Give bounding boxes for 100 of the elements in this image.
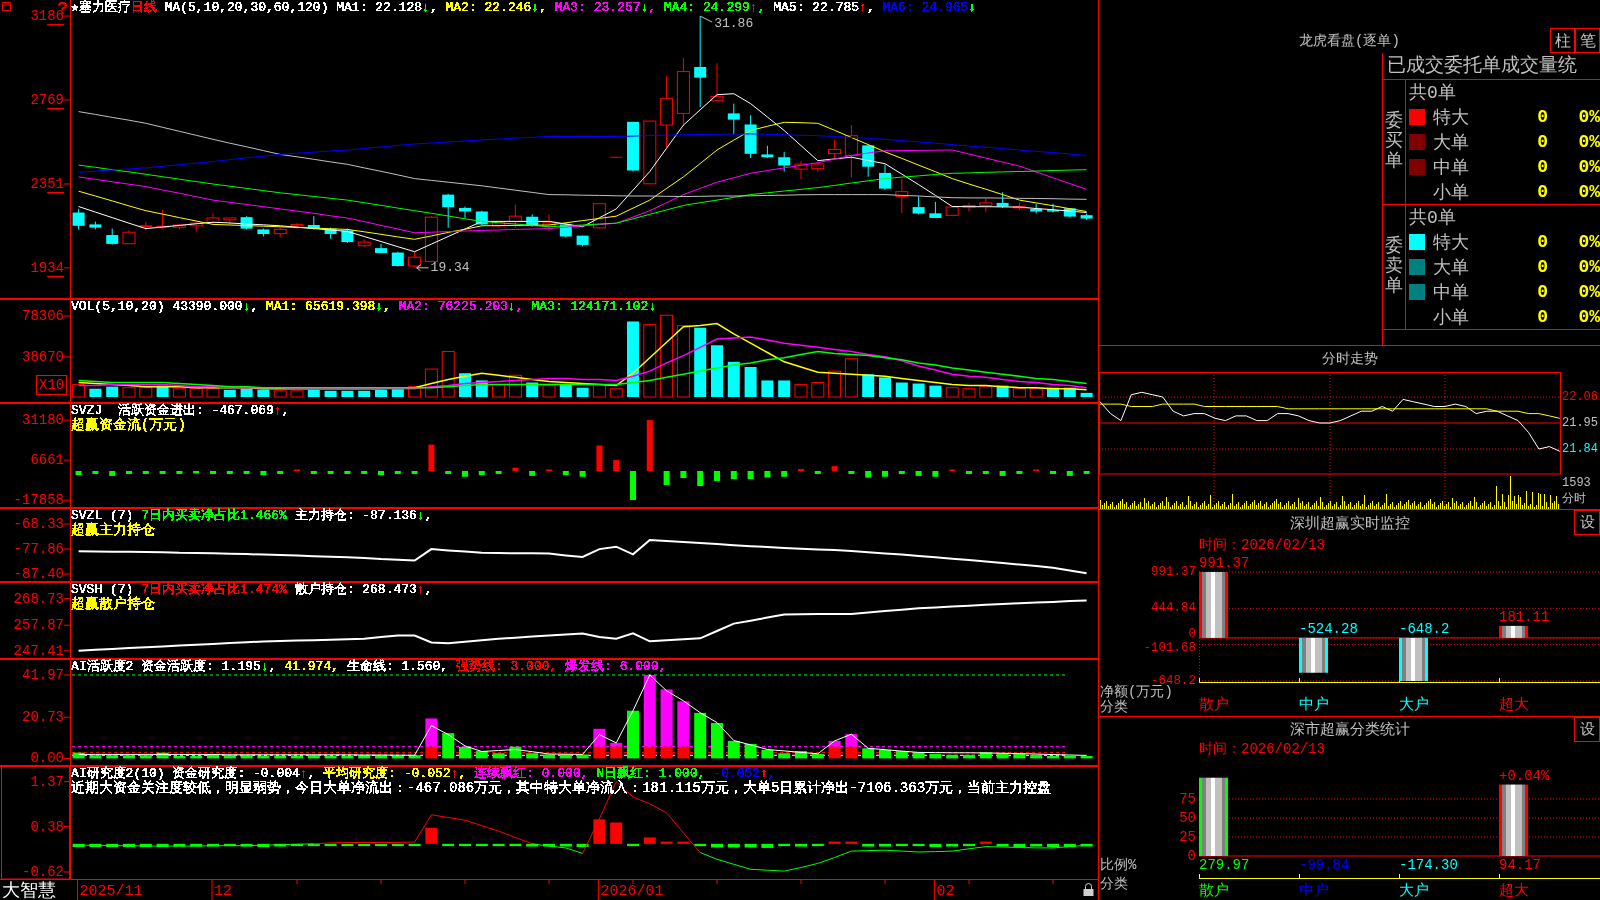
candlestick [761,145,774,159]
candlestick [106,228,119,246]
activity-bar-segment [475,751,488,759]
fund-flow-bar [596,445,603,471]
view-toggle-button[interactable]: 笔 [1575,28,1600,53]
activity-bar-segment [1030,754,1043,759]
volume-bar [408,386,422,398]
order-size-label: 特大 [1433,107,1470,130]
legend-text: MA3: 23.257 [554,0,641,15]
axis-label: -87.40 [13,566,64,582]
fund-flow-bar [814,471,821,474]
fund-flow-bar [999,471,1006,476]
fund-flow-bar [1083,471,1090,474]
activity-bar-segment [442,733,455,759]
amount-label: 94.17 [1499,857,1541,873]
activity-bar-segment [492,753,505,759]
research-bar [291,843,303,847]
activity-bar-segment [207,754,219,759]
candlestick [156,209,170,230]
settings-button[interactable]: 设 [1574,717,1600,742]
fund-flow-bar [495,471,502,474]
volume-bar [576,387,589,397]
research-bar [391,843,404,847]
legend-text: 生命线: 1.560, [345,659,449,674]
research-bar [475,843,488,847]
activity-bar-segment [627,710,639,759]
candlestick [122,229,136,245]
fund-flow-bar [193,471,200,474]
lock-icon[interactable] [1083,883,1094,896]
settings-button[interactable]: 设 [1574,510,1600,535]
candlestick [996,191,1009,209]
volume-bar [962,388,976,398]
activity-bar-segment [811,753,824,759]
volume-bar [1063,387,1076,397]
section-title: 分时走势 [1321,351,1378,367]
candlestick [341,228,354,244]
value-label: -524.28 [1299,620,1358,637]
candlestick [559,222,572,238]
activity-bar-segment [694,712,707,759]
panel-title: 龙虎看盘(逐单) [1299,32,1400,51]
volume-bar [257,389,270,397]
fund-flow-bar [243,471,250,474]
fund-flow-bar [562,471,569,476]
fund-flow-bar [512,467,519,471]
order-percent: 0% [1577,107,1600,128]
category-label: 大户 [1399,696,1429,714]
view-toggle-button[interactable]: 柱 [1550,28,1575,53]
volume-bar [1029,388,1043,398]
candlestick [627,121,639,172]
legend-text: , [268,659,278,674]
volume-bar [828,370,842,398]
side-label: 委买单 [1385,112,1403,172]
axis-label: 247.41 [13,642,64,659]
activity-bar-segment [72,752,85,759]
value-label: 991.37 [1199,555,1250,571]
fund-flow-bar [428,444,435,471]
fund-flow-bar [529,471,536,476]
axis-label: 75 [1179,791,1196,807]
research-bar [811,843,824,847]
fund-flow-bar [411,471,418,474]
activity-bar-segment [274,755,287,759]
activity-bar-segment [727,740,740,759]
volume-axis-label: 1593 [1562,476,1591,490]
price-axis-label: 22.06 [1562,390,1598,405]
category-label: 散户 [1199,882,1229,900]
legend-text: AI研究度2(10) 资金研究度: -0.004 [71,766,300,781]
fund-flow-bar [126,471,132,474]
research-bar [139,843,152,847]
candlestick [391,251,404,268]
legend-text: MA3: 124171.102 [531,299,649,314]
volume-bar [609,388,623,398]
legend-text: , [383,299,392,314]
fund-flow-bar [75,471,82,476]
window-icon[interactable] [2,2,11,11]
activity-bar-segment [240,755,253,759]
amount-label: -174.30 [1399,857,1458,873]
legend-text: , [648,0,658,15]
candlestick [408,251,422,269]
research-bar [845,841,858,844]
leader-line [699,15,713,23]
candlestick [912,195,925,215]
fund-flow-bar [378,471,384,476]
order-count: 0 [1536,306,1548,327]
legend-text: ↑ [299,766,308,781]
fund-flow-bar [159,471,166,474]
fund-flow-bar [932,471,939,477]
research-bar [744,843,757,848]
candlestick [710,62,724,102]
fund-flow-bar [781,471,788,477]
bar [1499,784,1528,856]
volume-bar [206,388,220,398]
volume-bar [156,385,169,397]
legend-text: 强势线: 3.000, [454,659,558,674]
candlestick [1030,203,1043,215]
research-bar [72,843,85,847]
order-percent: 0% [1577,132,1600,152]
volume-bar [694,327,707,397]
activity-bar-segment [778,753,791,759]
legend-text: MA1: 65619.398 [266,299,376,314]
value-label: 181.11 [1499,608,1550,625]
